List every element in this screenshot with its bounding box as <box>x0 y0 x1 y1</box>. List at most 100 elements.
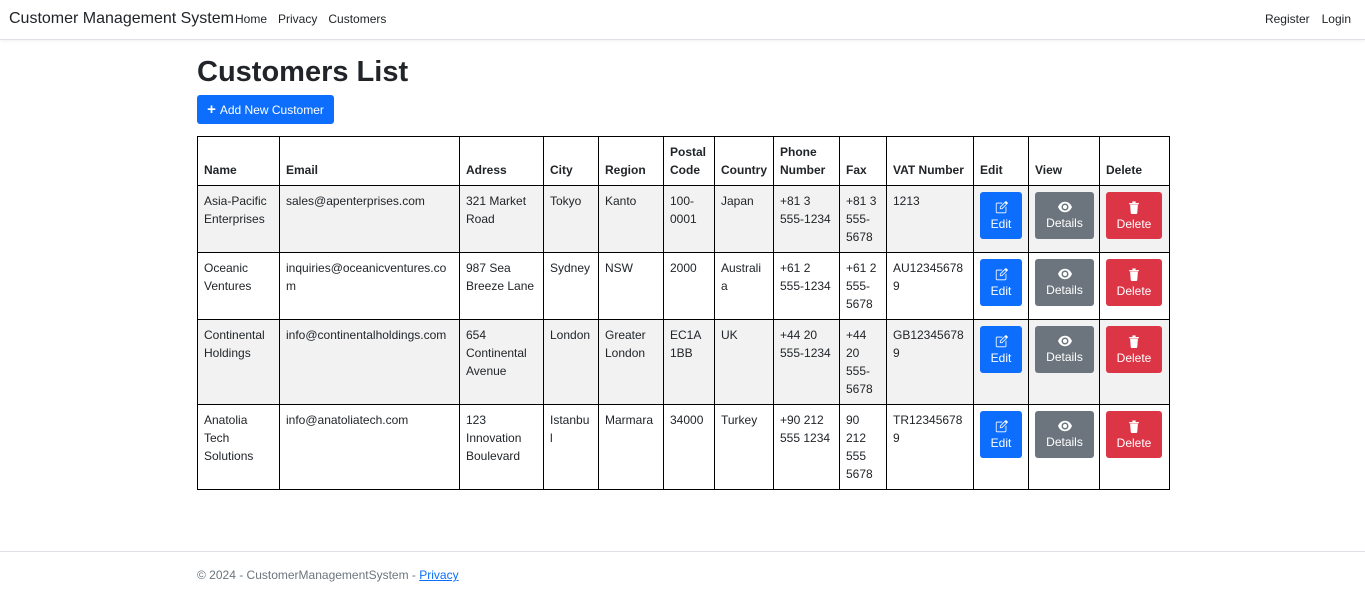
column-header: Phone Number <box>773 136 840 186</box>
cell-city: Istanbul <box>543 404 599 490</box>
pencil-square-icon <box>995 200 1008 214</box>
column-header: Delete <box>1099 136 1170 186</box>
cell-edit-action: Edit <box>973 252 1029 320</box>
column-header: Edit <box>973 136 1029 186</box>
cell-name: Oceanic Ventures <box>197 252 280 320</box>
cell-email: info@anatoliatech.com <box>279 404 460 490</box>
cell-postal-code: 100-0001 <box>663 185 715 253</box>
cell-phone: +81 3 555-1234 <box>773 185 840 253</box>
cell-fax: 90 212 555 5678 <box>839 404 887 490</box>
cell-fax: +44 20 555-5678 <box>839 319 887 405</box>
cell-adress: 123 Innovation Boulevard <box>459 404 544 490</box>
details-button[interactable]: Details <box>1035 411 1094 458</box>
column-header: City <box>543 136 599 186</box>
cell-delete-action: Delete <box>1099 252 1170 320</box>
details-button-label: Details <box>1046 435 1083 449</box>
table-row: Oceanic Ventures inquiries@oceanicventure… <box>197 252 1170 320</box>
nav-link-register[interactable]: Register <box>1265 12 1310 26</box>
table-row: Anatolia Tech Solutions info@anatoliatech… <box>197 404 1170 490</box>
column-header: Adress <box>459 136 544 186</box>
cell-vat: AU123456789 <box>886 252 974 320</box>
nav-link-login[interactable]: Login <box>1322 12 1351 26</box>
delete-button-label: Delete <box>1116 216 1152 231</box>
customers-table: Name Email Adress City Region Postal Cod… <box>197 136 1170 490</box>
cell-edit-action: Edit <box>973 319 1029 405</box>
navbar: Customer Management System Home Privacy … <box>0 0 1365 40</box>
delete-button[interactable]: Delete <box>1106 411 1162 458</box>
add-new-customer-label: Add New Customer <box>219 102 324 117</box>
cell-fax: +61 2 555-5678 <box>839 252 887 320</box>
eye-icon <box>1057 268 1072 280</box>
delete-button[interactable]: Delete <box>1106 259 1162 306</box>
details-button[interactable]: Details <box>1035 259 1094 306</box>
table-body: Asia-Pacific Enterprises sales@apenterpri… <box>197 185 1170 490</box>
cell-region: Greater London <box>598 319 664 405</box>
cell-details-action: Details <box>1028 319 1100 405</box>
cell-region: NSW <box>598 252 664 320</box>
column-header: Name <box>197 136 280 186</box>
edit-button-label: Edit <box>990 283 1012 298</box>
edit-button[interactable]: Edit <box>980 411 1022 458</box>
trash-icon <box>1128 419 1140 433</box>
cell-email: sales@apenterprises.com <box>279 185 460 253</box>
cell-vat: GB123456789 <box>886 319 974 405</box>
footer-privacy-link[interactable]: Privacy <box>419 568 458 582</box>
cell-name: Anatolia Tech Solutions <box>197 404 280 490</box>
details-button-label: Details <box>1046 350 1083 364</box>
cell-region: Marmara <box>598 404 664 490</box>
cell-region: Kanto <box>598 185 664 253</box>
page-title: Customers List <box>197 56 409 88</box>
cell-delete-action: Delete <box>1099 319 1170 405</box>
edit-button-label: Edit <box>990 435 1012 450</box>
brand-link[interactable]: Customer Management System <box>9 10 234 28</box>
cell-city: Sydney <box>543 252 599 320</box>
trash-icon <box>1128 200 1140 214</box>
cell-adress: 321 Market Road <box>459 185 544 253</box>
details-button-label: Details <box>1046 216 1083 230</box>
nav-link-home[interactable]: Home <box>235 12 267 26</box>
column-header: Email <box>279 136 460 186</box>
table-row: Asia-Pacific Enterprises sales@apenterpri… <box>197 185 1170 253</box>
footer: © 2024 - CustomerManagementSystem - Priv… <box>0 551 1365 596</box>
pencil-square-icon <box>995 267 1008 281</box>
cell-email: info@continentalholdings.com <box>279 319 460 405</box>
edit-button[interactable]: Edit <box>980 326 1022 373</box>
table-header-row: Name Email Adress City Region Postal Cod… <box>197 136 1170 186</box>
cell-adress: 987 Sea Breeze Lane <box>459 252 544 320</box>
pencil-square-icon <box>995 419 1008 433</box>
cell-phone: +44 20 555-1234 <box>773 319 840 405</box>
details-button[interactable]: Details <box>1035 326 1094 373</box>
cell-phone: +90 212 555 1234 <box>773 404 840 490</box>
details-button[interactable]: Details <box>1035 192 1094 239</box>
delete-button[interactable]: Delete <box>1106 326 1162 373</box>
edit-button[interactable]: Edit <box>980 192 1022 239</box>
cell-phone: +61 2 555-1234 <box>773 252 840 320</box>
cell-country: Australia <box>714 252 774 320</box>
cell-postal-code: 34000 <box>663 404 715 490</box>
cell-details-action: Details <box>1028 252 1100 320</box>
details-button-label: Details <box>1046 283 1083 297</box>
edit-button-label: Edit <box>990 350 1012 365</box>
nav-left: Home Privacy Customers <box>235 12 397 26</box>
cell-adress: 654 Continental Avenue <box>459 319 544 405</box>
cell-vat: 1213 <box>886 185 974 253</box>
column-header: Fax <box>839 136 887 186</box>
delete-button[interactable]: Delete <box>1106 192 1162 239</box>
cell-delete-action: Delete <box>1099 404 1170 490</box>
pencil-square-icon <box>995 334 1008 348</box>
add-new-customer-button[interactable]: + Add New Customer <box>197 95 334 124</box>
edit-button[interactable]: Edit <box>980 259 1022 306</box>
table-row: Continental Holdings info@continentalhold… <box>197 319 1170 405</box>
nav-link-customers[interactable]: Customers <box>328 12 386 26</box>
cell-vat: TR123456789 <box>886 404 974 490</box>
cell-city: Tokyo <box>543 185 599 253</box>
nav-link-privacy[interactable]: Privacy <box>278 12 317 26</box>
cell-name: Continental Holdings <box>197 319 280 405</box>
column-header: Country <box>714 136 774 186</box>
eye-icon <box>1057 201 1072 213</box>
column-header: View <box>1028 136 1100 186</box>
column-header: VAT Number <box>886 136 974 186</box>
nav-right: Register Login <box>1253 12 1351 26</box>
footer-text: © 2024 - CustomerManagementSystem - Priv… <box>197 568 459 582</box>
eye-icon <box>1057 335 1072 347</box>
